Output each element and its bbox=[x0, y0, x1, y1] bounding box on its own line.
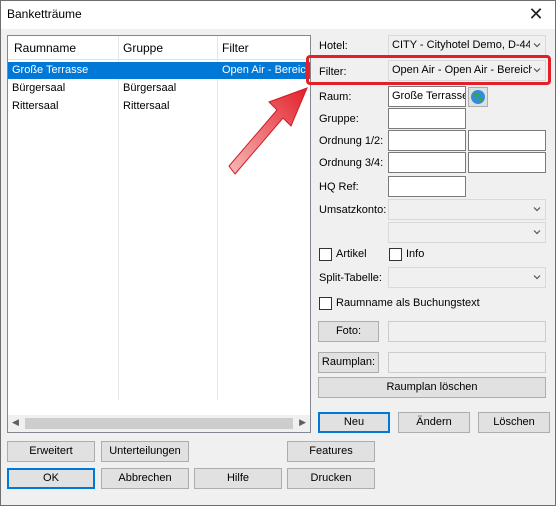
bankettraeume-dialog: Banketträume ✕ Raumname Gruppe Filter Gr… bbox=[0, 0, 556, 506]
foto-button[interactable]: Foto: bbox=[318, 321, 379, 342]
ordnung-1-field[interactable] bbox=[388, 130, 466, 151]
ordnung-3-field[interactable] bbox=[388, 152, 466, 173]
info-checkbox[interactable] bbox=[389, 248, 402, 261]
ordnung34-label: Ordnung 3/4: bbox=[319, 157, 384, 169]
features-button[interactable]: Features bbox=[287, 441, 375, 462]
scroll-right-icon[interactable]: ▶ bbox=[299, 417, 306, 428]
scrollbar-thumb[interactable] bbox=[25, 418, 293, 429]
abbrechen-button[interactable]: Abbrechen bbox=[101, 468, 189, 489]
gruppe-field[interactable] bbox=[388, 108, 466, 129]
artikel-checkbox[interactable] bbox=[319, 248, 332, 261]
cell-gruppe: Rittersaal bbox=[123, 100, 170, 112]
cell-filter: Open Air - Bereich bbox=[222, 64, 308, 76]
hilfe-button[interactable]: Hilfe bbox=[194, 468, 282, 489]
buchungstext-checkbox[interactable] bbox=[319, 297, 332, 310]
window-title: Banketträume bbox=[7, 7, 82, 21]
gruppe-label: Gruppe: bbox=[319, 113, 359, 125]
buchungstext-label: Raumname als Buchungstext bbox=[336, 297, 480, 309]
hqref-label: HQ Ref: bbox=[319, 181, 359, 193]
foto-path-field bbox=[388, 321, 546, 342]
raum-field[interactable]: Große Terrasse bbox=[388, 86, 466, 107]
drucken-button[interactable]: Drucken bbox=[287, 468, 375, 489]
column-header-filter[interactable]: Filter bbox=[222, 41, 249, 55]
info-label: Info bbox=[406, 248, 425, 260]
close-icon[interactable]: ✕ bbox=[525, 3, 547, 25]
artikel-label: Artikel bbox=[336, 248, 367, 260]
raum-field-value: Große Terrasse bbox=[392, 90, 465, 102]
raumplan-path-field bbox=[388, 352, 546, 373]
ordnung12-label: Ordnung 1/2: bbox=[319, 135, 384, 147]
raumplan-button[interactable]: Raumplan: bbox=[318, 352, 379, 373]
split-tabelle-label: Split-Tabelle: bbox=[319, 272, 382, 284]
hotel-label: Hotel: bbox=[319, 40, 348, 52]
globe-icon bbox=[471, 90, 485, 104]
ordnung-2-field[interactable] bbox=[468, 130, 546, 151]
annotation-arrow bbox=[228, 87, 308, 175]
column-header-gruppe[interactable]: Gruppe bbox=[123, 41, 163, 55]
raum-label: Raum: bbox=[319, 91, 352, 103]
umsatzkonto-select-2[interactable] bbox=[388, 222, 546, 243]
ordnung-4-field[interactable] bbox=[468, 152, 546, 173]
horizontal-scrollbar[interactable]: ◀ ▶ bbox=[8, 415, 310, 432]
title-bar: Banketträume ✕ bbox=[1, 1, 555, 29]
scroll-left-icon[interactable]: ◀ bbox=[12, 417, 19, 428]
chevron-down-icon bbox=[533, 207, 541, 212]
umsatzkonto-label: Umsatzkonto: bbox=[319, 204, 387, 216]
neu-button[interactable]: Neu bbox=[318, 412, 390, 433]
cell-gruppe: Bürgersaal bbox=[123, 82, 177, 94]
hotel-select[interactable]: CITY - Cityhotel Demo, D-44 bbox=[388, 35, 546, 56]
filter-highlight-frame bbox=[306, 55, 551, 85]
erweitert-button[interactable]: Erweitert bbox=[7, 441, 95, 462]
chevron-down-icon bbox=[533, 275, 541, 280]
hotel-select-value: CITY - Cityhotel Demo, D-44 bbox=[392, 39, 530, 51]
umsatzkonto-select-1[interactable] bbox=[388, 199, 546, 220]
chevron-down-icon bbox=[533, 43, 541, 48]
ok-button[interactable]: OK bbox=[7, 468, 95, 489]
cell-raumname: Große Terrasse bbox=[12, 64, 89, 76]
chevron-down-icon bbox=[533, 230, 541, 235]
loeschen-button[interactable]: Löschen bbox=[478, 412, 550, 433]
list-header: Raumname Gruppe Filter bbox=[8, 36, 310, 60]
split-tabelle-select[interactable] bbox=[388, 267, 546, 288]
column-header-raumname[interactable]: Raumname bbox=[14, 41, 76, 55]
cell-raumname: Rittersaal bbox=[12, 100, 59, 112]
raumplan-loeschen-button[interactable]: Raumplan löschen bbox=[318, 377, 546, 398]
unterteilungen-button[interactable]: Unterteilungen bbox=[101, 441, 189, 462]
cell-raumname: Bürgersaal bbox=[12, 82, 66, 94]
globe-button[interactable] bbox=[468, 87, 488, 107]
hqref-field[interactable] bbox=[388, 176, 466, 197]
aendern-button[interactable]: Ändern bbox=[398, 412, 470, 433]
